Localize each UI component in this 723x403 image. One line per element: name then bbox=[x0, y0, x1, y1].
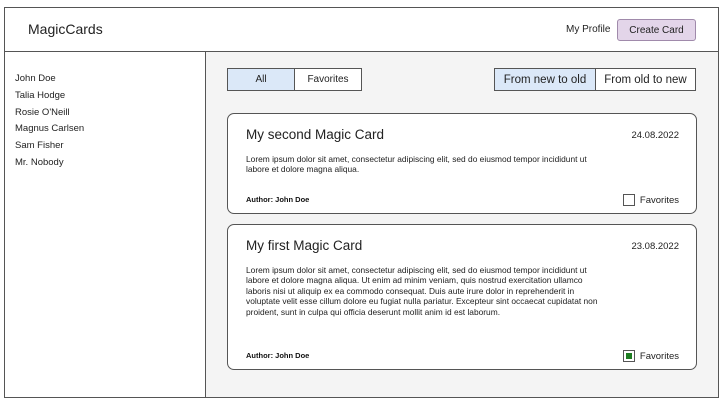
filter-favorites-button[interactable]: Favorites bbox=[294, 69, 361, 90]
card-author: Author: John Doe bbox=[246, 195, 310, 204]
user-item-sam-fisher[interactable]: Sam Fisher bbox=[15, 138, 84, 155]
card-author: Author: John Doe bbox=[246, 351, 310, 360]
top-bar: MagicCards My Profile Create Card bbox=[5, 8, 718, 52]
user-item-rosie-oneill[interactable]: Rosie O'Neill bbox=[15, 105, 84, 122]
sort-new-to-old-button[interactable]: From new to old bbox=[495, 69, 595, 90]
user-item-talia-hodge[interactable]: Talia Hodge bbox=[15, 88, 84, 105]
favorite-checkbox[interactable] bbox=[622, 350, 635, 362]
card-date: 23.08.2022 bbox=[631, 241, 679, 252]
card-title: My second Magic Card bbox=[246, 127, 385, 142]
user-item-john-doe[interactable]: John Doe bbox=[15, 71, 84, 88]
create-card-button[interactable]: Create Card bbox=[617, 19, 696, 41]
favorite-checkbox[interactable] bbox=[622, 194, 635, 206]
user-item-magnus-carlsen[interactable]: Magnus Carlsen bbox=[15, 121, 84, 138]
favorite-toggle[interactable]: Favorites bbox=[622, 350, 679, 362]
filter-toggle: All Favorites bbox=[227, 68, 362, 91]
card-body: Lorem ipsum dolor sit amet, consectetur … bbox=[246, 154, 587, 175]
user-list: John Doe Talia Hodge Rosie O'Neill Magnu… bbox=[15, 71, 84, 172]
my-profile-link[interactable]: My Profile bbox=[566, 24, 610, 35]
favorite-label: Favorites bbox=[639, 194, 679, 206]
filter-all-button[interactable]: All bbox=[228, 69, 294, 90]
user-item-mr-nobody[interactable]: Mr. Nobody bbox=[15, 155, 84, 172]
magic-card: My first Magic Card 23.08.2022 Lorem ips… bbox=[227, 224, 697, 370]
user-sidebar: John Doe Talia Hodge Rosie O'Neill Magnu… bbox=[5, 52, 206, 397]
brand-logo[interactable]: MagicCards bbox=[28, 21, 103, 37]
magic-card: My second Magic Card 24.08.2022 Lorem ip… bbox=[227, 113, 697, 214]
card-body: Lorem ipsum dolor sit amet, consectetur … bbox=[246, 265, 598, 317]
sort-old-to-new-button[interactable]: From old to new bbox=[595, 69, 695, 90]
card-title: My first Magic Card bbox=[246, 238, 363, 253]
favorite-label: Favorites bbox=[639, 350, 679, 362]
card-feed: All Favorites From new to old From old t… bbox=[206, 52, 718, 397]
favorite-toggle[interactable]: Favorites bbox=[622, 194, 679, 206]
card-date: 24.08.2022 bbox=[631, 130, 679, 141]
app-window: MagicCards My Profile Create Card John D… bbox=[4, 7, 719, 398]
sort-toggle: From new to old From old to new bbox=[494, 68, 696, 91]
